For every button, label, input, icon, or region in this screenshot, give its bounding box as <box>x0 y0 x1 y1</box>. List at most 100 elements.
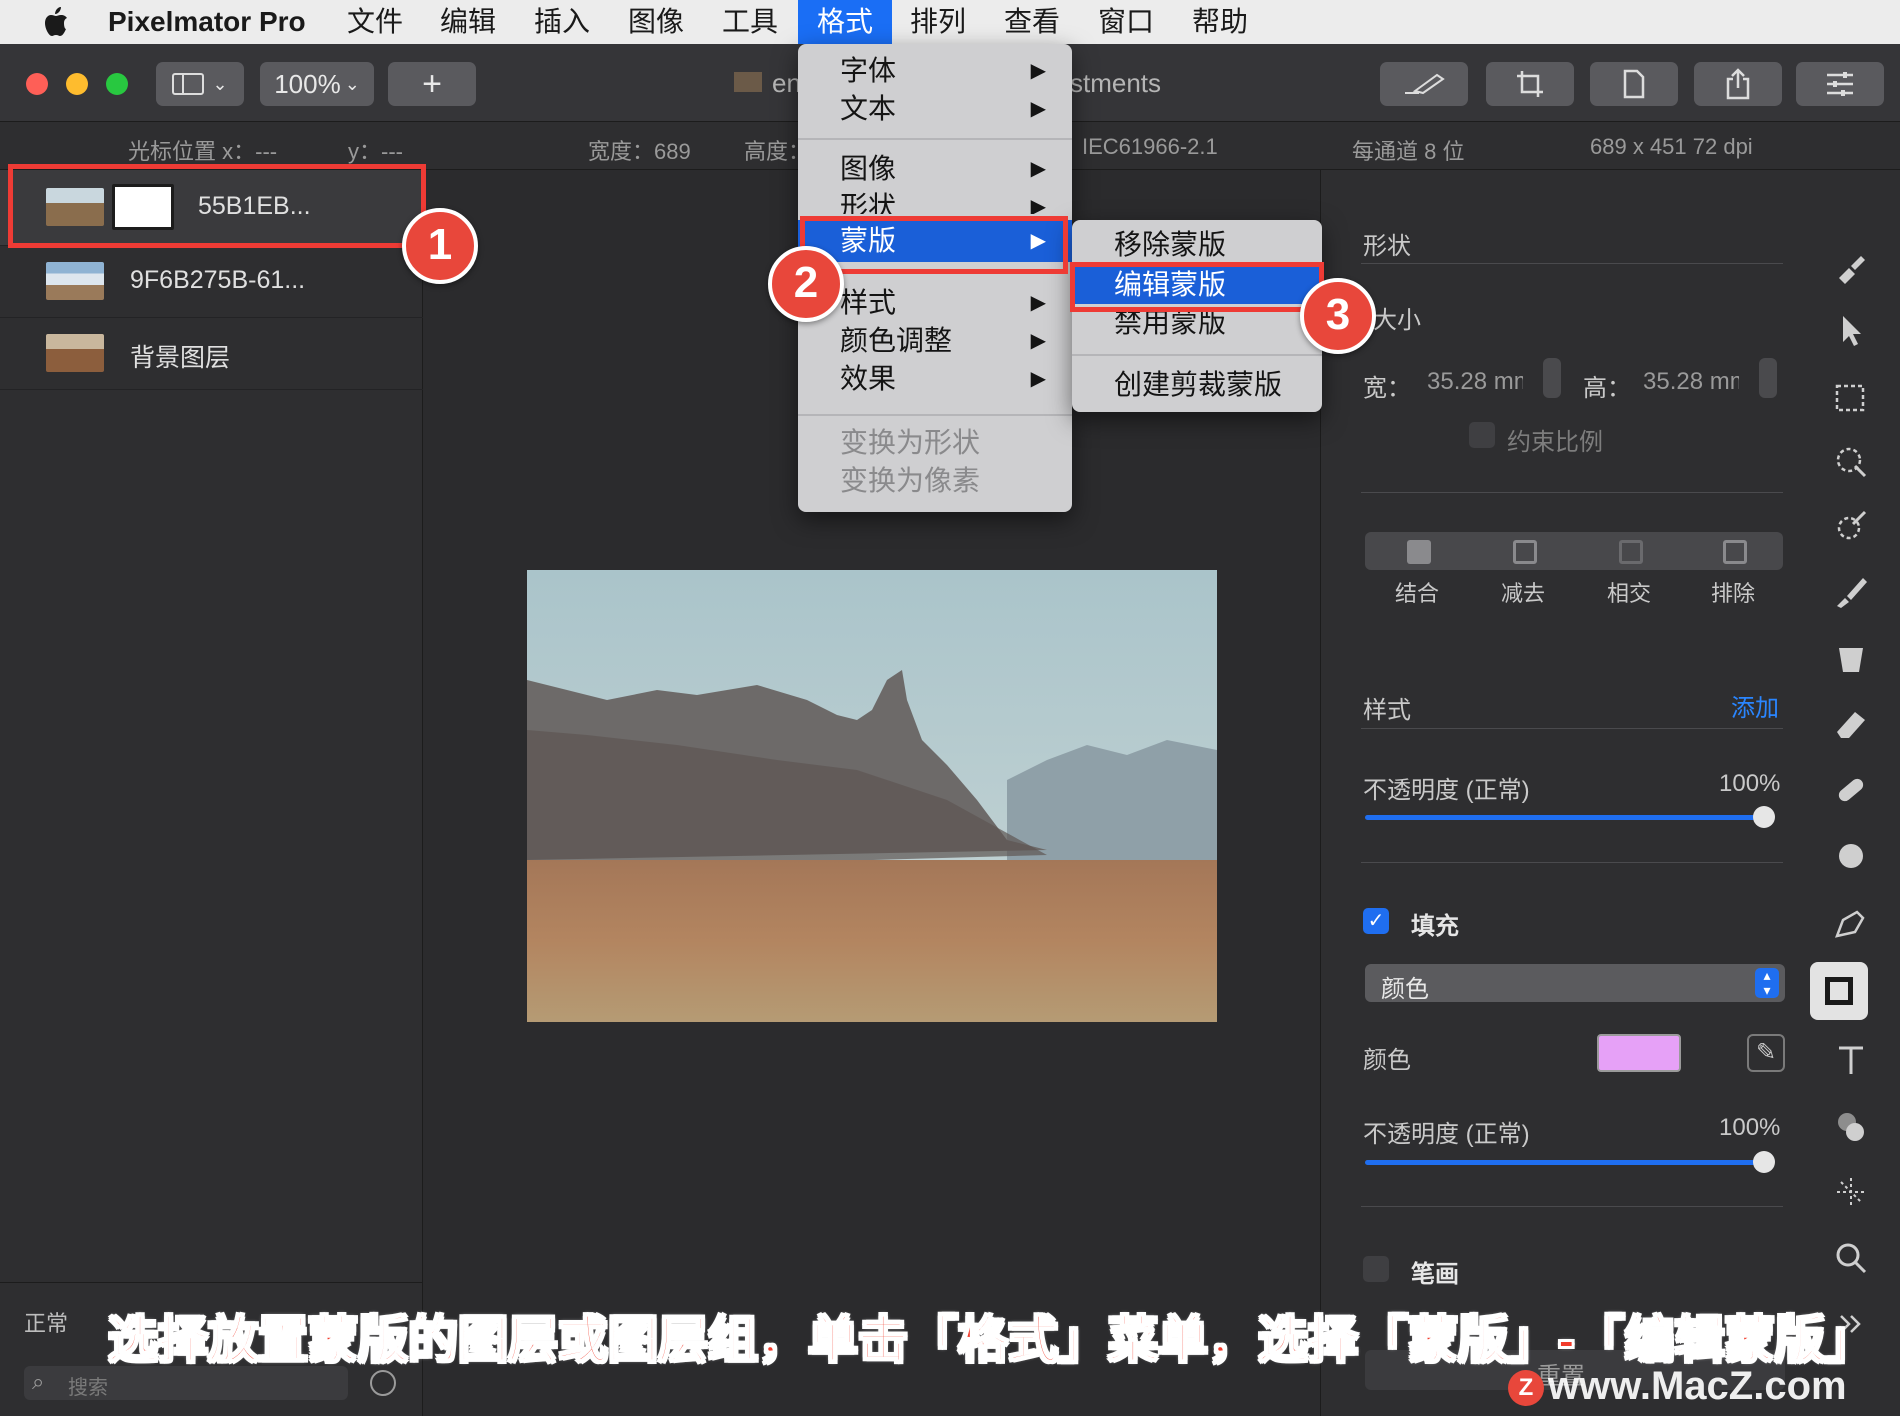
cursor-x-readout: 光标位置 x：--- <box>128 139 278 164</box>
retouch-tool-icon[interactable] <box>1831 770 1871 810</box>
menu-item-convert-to-pixels: 变换为像素 <box>798 462 1072 500</box>
menu-item-label: 样式 <box>840 287 897 318</box>
document-button[interactable] <box>1590 62 1678 106</box>
filter-icon[interactable] <box>370 1370 396 1396</box>
zoom-dropdown[interactable]: 100% ⌄ <box>260 62 374 106</box>
crop-icon <box>1517 71 1543 97</box>
exclude-icon[interactable] <box>1723 540 1747 564</box>
fill-opacity-label[interactable]: 不透明度 (正常) <box>1363 1114 1530 1149</box>
inspector-toggle-button[interactable] <box>1796 62 1884 106</box>
stroke-dropdown[interactable]: 笔画 <box>1411 1254 1459 1289</box>
color-picker-tool-icon[interactable] <box>1831 1106 1871 1146</box>
width-field[interactable]: 35.28 mm <box>1427 368 1523 396</box>
retouch-button[interactable] <box>1380 62 1468 106</box>
type-tool-icon[interactable] <box>1831 1040 1871 1080</box>
subtract-icon[interactable] <box>1513 540 1537 564</box>
fill-type-select[interactable]: 颜色 ▴ ▾ <box>1365 964 1785 1003</box>
height-field[interactable]: 35.28 mm <box>1643 368 1739 396</box>
step-badge-1: 1 <box>402 208 478 284</box>
style-tool-icon[interactable] <box>1831 248 1871 288</box>
menu-item-label: 效果 <box>840 363 897 394</box>
menu-item-color-adjustments[interactable]: 颜色调整 ▶ <box>798 322 1072 360</box>
add-style-link[interactable]: 添加 <box>1731 688 1779 723</box>
erase-tool-icon[interactable] <box>1831 704 1871 744</box>
combine-button[interactable]: 结合 <box>1395 576 1439 608</box>
fill-dropdown[interactable]: 填充 <box>1411 906 1459 941</box>
menu-window[interactable]: 窗口 <box>1084 0 1168 44</box>
fill-opacity-slider-knob[interactable] <box>1753 1151 1775 1173</box>
layer-name: 背景图层 <box>130 344 231 372</box>
menu-item-label: 变换为像素 <box>840 465 981 496</box>
blend-mode-label[interactable]: 正常 <box>24 1306 68 1338</box>
menu-item-effects[interactable]: 效果 ▶ <box>798 360 1072 398</box>
layers-panel: 55B1EB... 9F6B275B-61... 背景图层 正常 ⌕ 搜索 <box>0 170 423 1416</box>
menu-item-create-clipping-mask[interactable]: 创建剪裁蒙版 <box>1072 366 1322 404</box>
shape-tool-button[interactable] <box>1810 962 1868 1020</box>
menu-tools[interactable]: 工具 <box>708 0 792 44</box>
layer-row[interactable]: 9F6B275B-61... <box>0 246 423 318</box>
menu-help[interactable]: 帮助 <box>1178 0 1262 44</box>
subtract-button[interactable]: 减去 <box>1501 576 1545 608</box>
quick-selection-tool-icon[interactable] <box>1831 442 1871 482</box>
divider <box>1361 263 1783 264</box>
share-icon <box>1726 68 1750 100</box>
window-title-right: stments <box>1070 68 1162 98</box>
constrain-checkbox[interactable] <box>1469 422 1495 448</box>
opacity-label[interactable]: 不透明度 (正常) <box>1363 770 1530 805</box>
document-thumbnail-icon <box>734 72 762 92</box>
fill-opacity-slider[interactable] <box>1365 1160 1765 1165</box>
paint-tool-icon[interactable] <box>1831 572 1871 612</box>
stroke-checkbox[interactable] <box>1363 1256 1389 1282</box>
select-arrows-icon: ▴ ▾ <box>1755 968 1779 998</box>
menu-arrange[interactable]: 排列 <box>896 0 980 44</box>
menu-item-image[interactable]: 图像 ▶ <box>798 150 1072 188</box>
slice-tool-icon[interactable] <box>1831 1172 1871 1212</box>
fill-color-swatch[interactable] <box>1597 1034 1681 1072</box>
height-stepper[interactable] <box>1759 358 1777 398</box>
add-button[interactable]: + <box>388 62 476 106</box>
layer-thumbnail <box>46 334 104 372</box>
menu-format[interactable]: 格式 <box>798 0 892 44</box>
divider <box>1361 862 1783 863</box>
menu-file[interactable]: 文件 <box>333 0 417 44</box>
zoom-tool-icon[interactable] <box>1831 1238 1871 1278</box>
intersect-button[interactable]: 相交 <box>1607 576 1651 608</box>
sidebar-toggle-button[interactable]: ⌄ <box>156 62 244 106</box>
menu-item-remove-mask[interactable]: 移除蒙版 <box>1072 226 1322 264</box>
menu-divider <box>798 138 1072 140</box>
fill-checkbox[interactable]: ✓ <box>1363 908 1389 934</box>
apple-icon[interactable] <box>40 6 70 38</box>
opacity-slider[interactable] <box>1365 815 1765 820</box>
zoom-window-button[interactable] <box>106 73 128 95</box>
crop-button[interactable] <box>1486 62 1574 106</box>
menu-item-text[interactable]: 文本 ▶ <box>798 90 1072 128</box>
distort-tool-icon[interactable] <box>1831 836 1871 876</box>
eyedropper-icon[interactable]: ✎ <box>1747 1034 1785 1072</box>
layer-row[interactable]: 背景图层 <box>0 318 423 390</box>
paint-bucket-icon[interactable] <box>1831 638 1871 678</box>
selection-tool-icon[interactable] <box>1831 378 1871 418</box>
menu-item-shape[interactable]: 形状 ▶ <box>798 188 1072 214</box>
menu-view[interactable]: 查看 <box>990 0 1074 44</box>
exclude-button[interactable]: 排除 <box>1711 576 1755 608</box>
menu-item-font[interactable]: 字体 ▶ <box>798 52 1072 90</box>
pen-tool-icon[interactable] <box>1831 902 1871 942</box>
zoom-value: 100% <box>274 68 341 99</box>
menu-edit[interactable]: 编辑 <box>426 0 510 44</box>
menu-image[interactable]: 图像 <box>614 0 698 44</box>
size-dropdown[interactable]: 大小 <box>1373 300 1421 335</box>
opacity-slider-knob[interactable] <box>1753 806 1775 828</box>
intersect-icon[interactable] <box>1619 540 1643 564</box>
highlight-box-layer <box>8 164 426 248</box>
menu-insert[interactable]: 插入 <box>520 0 604 44</box>
app-name-menu[interactable]: Pixelmator Pro <box>94 0 320 44</box>
close-window-button[interactable] <box>26 73 48 95</box>
canvas-image[interactable] <box>527 570 1217 1022</box>
combine-icon[interactable] <box>1407 540 1431 564</box>
minimize-window-button[interactable] <box>66 73 88 95</box>
arrange-tool-icon[interactable] <box>1831 310 1871 350</box>
menu-item-label: 文本 <box>840 93 897 124</box>
color-adjust-tool-icon[interactable] <box>1831 506 1871 546</box>
share-button[interactable] <box>1694 62 1782 106</box>
width-stepper[interactable] <box>1543 358 1561 398</box>
